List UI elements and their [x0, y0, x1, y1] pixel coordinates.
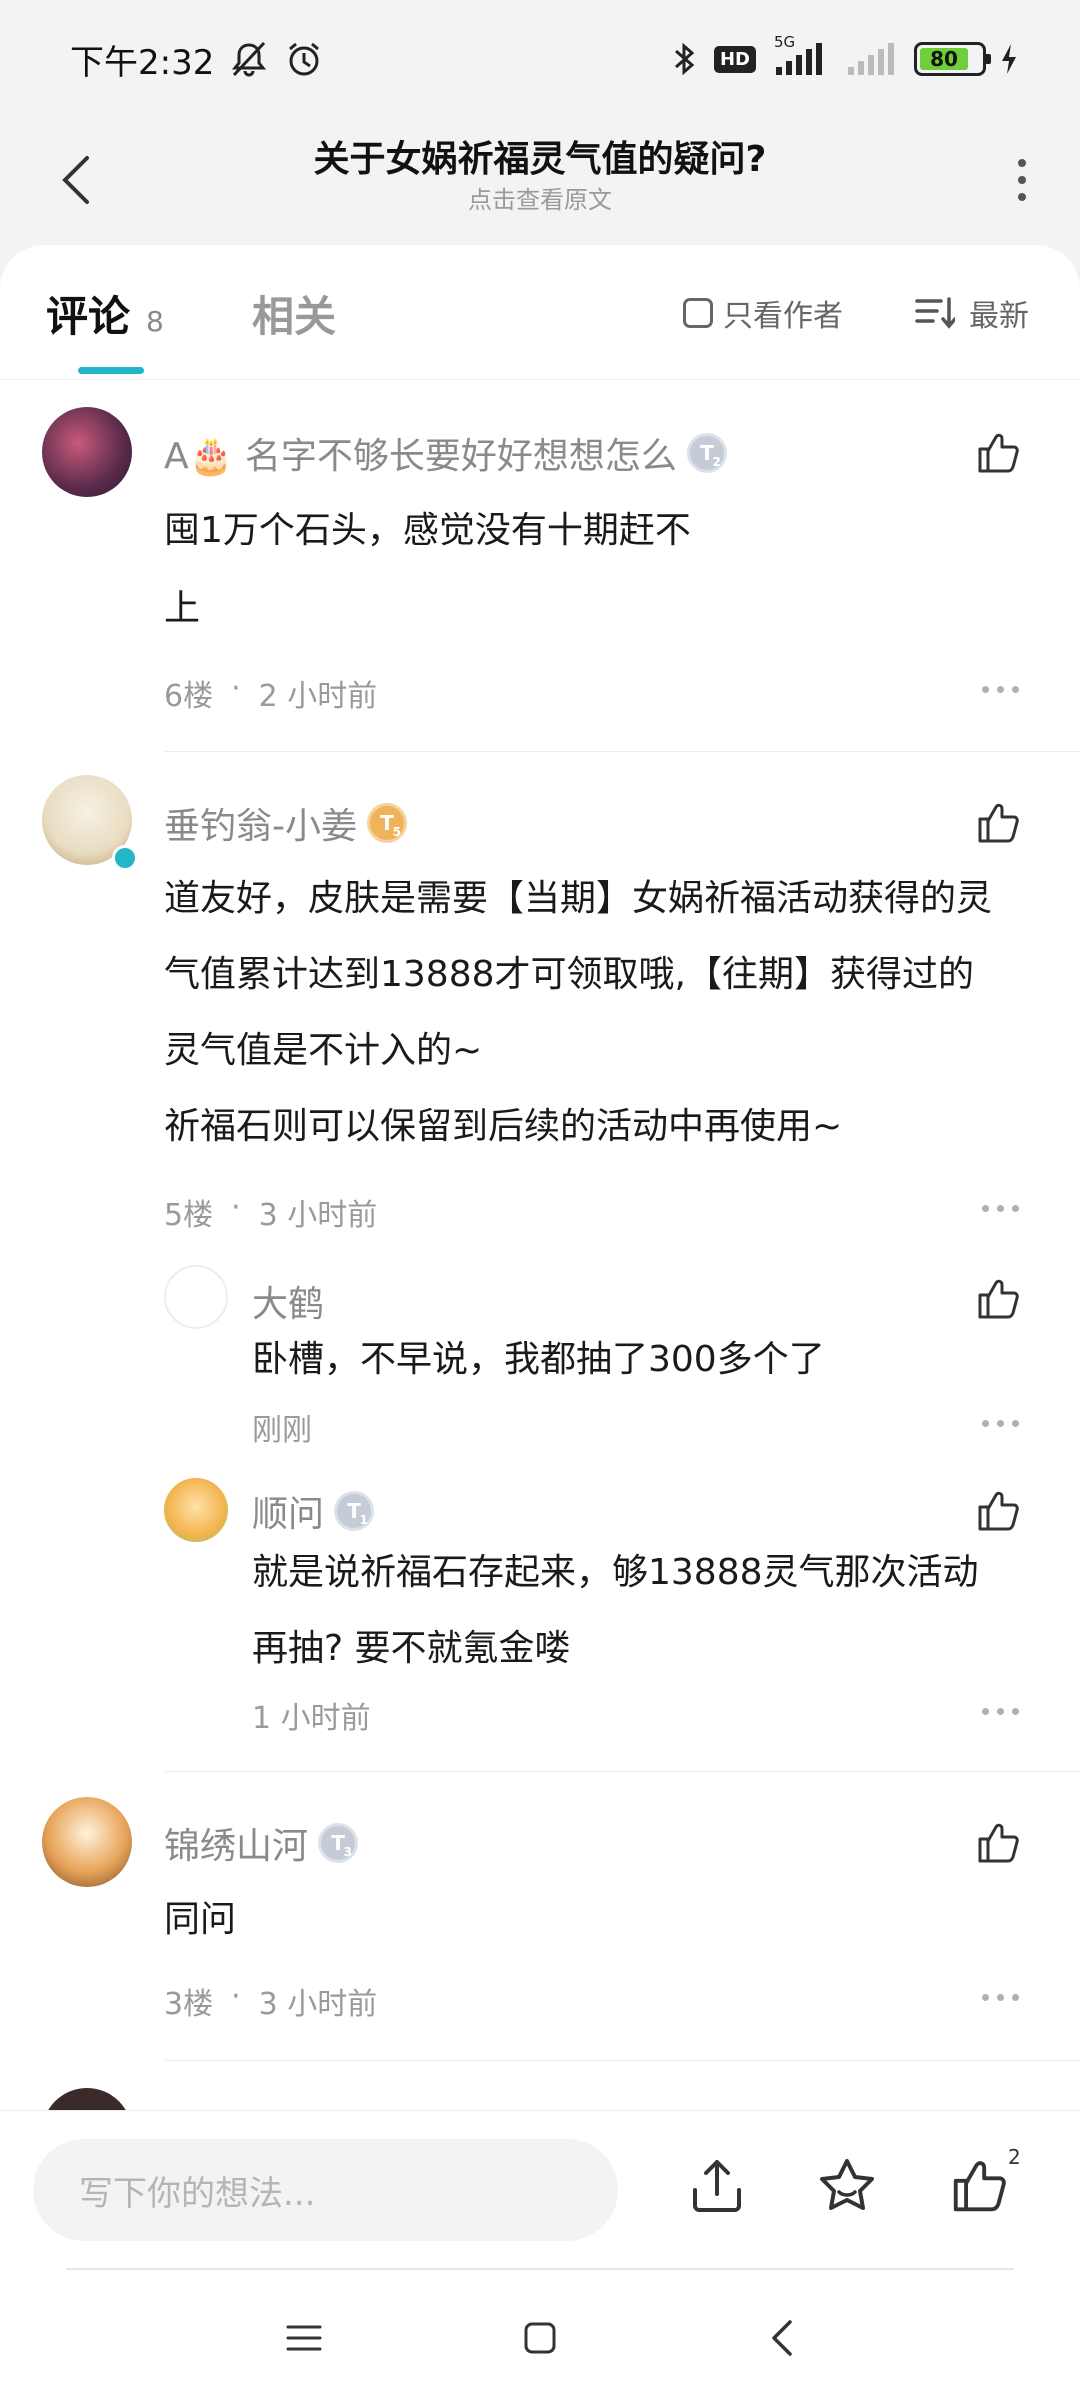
like-icon[interactable]: [974, 429, 1022, 477]
comment-more-button[interactable]: [982, 1994, 1019, 2001]
title-bar: 关于女娲祈福灵气值的疑问? 点击查看原文: [0, 118, 1080, 248]
reply-text: 卧槽，不早说，我都抽了300多个了: [252, 1339, 825, 1380]
reply-author[interactable]: 大鹤: [252, 1275, 324, 1327]
avatar[interactable]: [164, 1265, 228, 1329]
comments-card: 评论 8 相关 只看作者 最新 A🎂 名字不够长要好好想想怎么 T2 囤1万个石…: [0, 245, 1080, 2110]
timestamp: 2 小时前: [258, 679, 378, 714]
mute-notification-icon: [228, 39, 270, 79]
reply-meta: 刚刚: [252, 1405, 312, 1449]
like-icon[interactable]: [974, 799, 1022, 847]
comment-more-button[interactable]: [982, 686, 1019, 693]
avatar[interactable]: [42, 407, 132, 497]
reply-meta: 1 小时前: [252, 1693, 371, 1737]
sort-label: 最新: [969, 299, 1029, 334]
meta-separator: ·: [231, 1190, 241, 1225]
like-icon: [953, 2161, 1006, 2212]
author-only-toggle[interactable]: 只看作者: [683, 291, 843, 335]
back-chevron-icon: [772, 2320, 792, 2356]
like-count: 2: [1008, 2145, 1021, 2169]
checkbox-icon: [683, 298, 713, 328]
comment-meta: 6楼 · 2 小时前: [164, 671, 377, 715]
like-post-button[interactable]: [946, 2153, 1012, 2219]
comment-meta: 3楼 · 3 小时前: [164, 1979, 377, 2023]
active-tab-indicator: [78, 367, 144, 374]
timestamp: 3 小时前: [258, 1987, 378, 2022]
username: 顺问: [252, 1494, 325, 1535]
like-icon[interactable]: [974, 1275, 1022, 1323]
bluetooth-icon: [670, 39, 700, 79]
like-icon[interactable]: [974, 1487, 1022, 1535]
tab-comments[interactable]: 评论 8: [46, 283, 164, 344]
signal-5g-icon: 5G: [770, 33, 832, 79]
hd-badge: HD: [713, 45, 756, 73]
comment-text: 囤1万个石头，感觉没有十期赶不 上: [164, 510, 691, 629]
signal-sim2-icon: [846, 39, 900, 79]
timestamp: 3 小时前: [258, 1198, 378, 1233]
star-icon: [820, 2159, 874, 2210]
tab-comments-label: 评论: [46, 292, 131, 341]
verified-badge: [112, 845, 138, 871]
floor-number: 6楼: [164, 679, 214, 714]
author-only-label: 只看作者: [723, 299, 843, 334]
alarm-icon: [284, 39, 324, 79]
comment-text: 同问: [164, 1899, 237, 1940]
timestamp: 刚刚: [252, 1413, 312, 1448]
level-badge: T2: [686, 433, 727, 473]
sort-icon: [915, 297, 955, 329]
floor-number: 5楼: [164, 1198, 214, 1233]
floor-number: 3楼: [164, 1987, 214, 2022]
reply-author[interactable]: 顺问 T1: [252, 1485, 375, 1537]
status-bar: 下午2:32 HD 5G 80: [0, 0, 1080, 118]
level-badge: T5: [367, 803, 407, 843]
battery-indicator: 80: [914, 42, 991, 76]
share-button[interactable]: [684, 2153, 750, 2219]
divider: [165, 1771, 1080, 1772]
menu-nav-button[interactable]: [274, 2308, 334, 2368]
comment-author[interactable]: 锦绣山河 T3: [164, 1817, 359, 1869]
avatar[interactable]: [42, 2088, 132, 2110]
more-options-button[interactable]: [994, 140, 1050, 220]
reply-text: 就是说祈福石存起来，够13888灵气那次活动 再抽? 要不就氪金喽: [252, 1552, 979, 1669]
level-badge: T1: [334, 1491, 375, 1531]
bottom-action-bar: 写下你的想法... 2: [0, 2110, 1080, 2270]
comment-more-button[interactable]: [982, 1205, 1019, 1212]
home-nav-button[interactable]: [510, 2308, 570, 2368]
favorite-button[interactable]: [814, 2153, 880, 2219]
system-nav-bar: [0, 2270, 1080, 2400]
view-original-link[interactable]: 点击查看原文: [0, 180, 1080, 215]
level-badge: T3: [318, 1823, 359, 1863]
share-icon: [693, 2160, 741, 2212]
sort-button[interactable]: 最新: [915, 291, 1029, 335]
username: 垂钓翁-小姜: [164, 806, 357, 847]
divider: [165, 2060, 1080, 2061]
username: A🎂 名字不够长要好好想想怎么: [164, 436, 677, 477]
comment-text: 道友好，皮肤是需要【当期】女娲祈福活动获得的灵 气值累计达到13888才可领取哦…: [164, 878, 993, 1147]
network-type: 5G: [774, 33, 796, 51]
avatar[interactable]: [164, 1478, 228, 1542]
timestamp: 1 小时前: [252, 1701, 371, 1736]
comment-author[interactable]: 垂钓翁-小姜 T5: [164, 797, 407, 849]
avatar[interactable]: [42, 1797, 132, 1887]
battery-level: 80: [920, 47, 968, 71]
reply-more-button[interactable]: [982, 1708, 1019, 1715]
back-nav-button[interactable]: [752, 2308, 812, 2368]
charging-icon: [1000, 42, 1018, 76]
status-time: 下午2:32: [70, 42, 215, 83]
tab-bar: 评论 8 相关 只看作者 最新: [0, 245, 1080, 380]
comment-input[interactable]: 写下你的想法...: [33, 2139, 618, 2241]
reply-more-button[interactable]: [982, 1420, 1019, 1427]
comment-count: 8: [146, 305, 164, 338]
comment-author[interactable]: A🎂 名字不够长要好好想想怎么 T2: [164, 427, 727, 479]
comment-meta: 5楼 · 3 小时前: [164, 1190, 377, 1234]
like-icon[interactable]: [974, 1819, 1022, 1867]
username: 大鹤: [252, 1284, 325, 1325]
menu-icon: [286, 2325, 322, 2351]
meta-separator: ·: [231, 671, 241, 706]
home-square-icon: [524, 2322, 556, 2354]
divider: [165, 751, 1080, 752]
username: 锦绣山河: [164, 1826, 309, 1867]
page-title: 关于女娲祈福灵气值的疑问?: [313, 139, 767, 180]
tab-related[interactable]: 相关: [252, 283, 336, 344]
meta-separator: ·: [231, 1979, 241, 2014]
